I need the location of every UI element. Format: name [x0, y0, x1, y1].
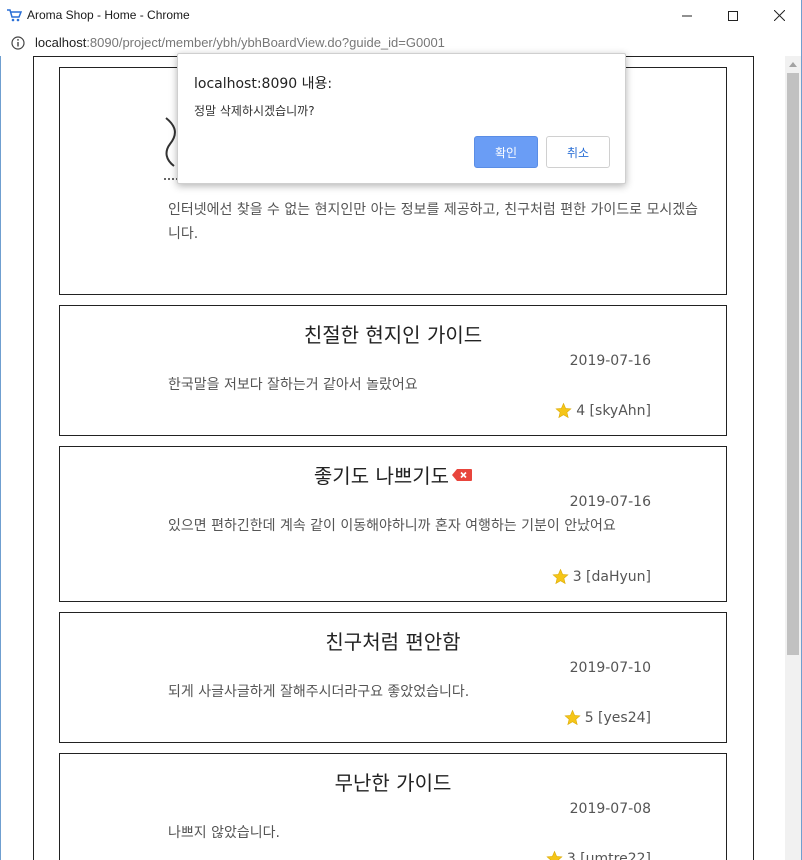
guide-intro-text: 인터넷에선 찾을 수 없는 현지인만 아는 정보를 제공하고, 친구처럼 편한 … — [168, 202, 698, 242]
rating-text: 4 [skyAhn] — [576, 402, 651, 419]
rating-text: 3 [daHyun] — [572, 568, 651, 585]
review-card: 좋기도 나쁘기도 2019-07-16 있으면 편하긴한데 계속 같이 이동해야… — [59, 446, 727, 602]
review-title: 좋기도 나쁘기도 — [60, 460, 726, 489]
review-rating: 5 [yes24] — [564, 709, 651, 726]
review-date: 2019-07-16 — [569, 494, 651, 510]
confirm-dialog: localhost:8090 내용: 정말 삭제하시겠습니까? 확인 취소 — [177, 53, 626, 184]
review-card: 친구처럼 편안함 2019-07-10 되게 사글사글하게 잘해주시더라구요 좋… — [59, 612, 727, 743]
scroll-up-arrow-icon — [789, 61, 797, 67]
review-title: 무난한 가이드 — [334, 771, 452, 795]
review-body: 한국말을 저보다 잘하는거 같아서 놀랐어요 — [168, 377, 418, 393]
review-body: 되게 사글사글하게 잘해주시더라구요 좋았었습니다. — [168, 684, 470, 700]
review-title: 친절한 현지인 가이드 — [303, 323, 483, 347]
url-path: :8090/project/member/ybh/ybhBoardView.do… — [86, 35, 445, 50]
star-icon — [546, 850, 563, 860]
maximize-icon — [728, 10, 738, 21]
star-icon — [552, 568, 569, 585]
title-bar: Aroma Shop - Home - Chrome — [0, 0, 802, 31]
review-date: 2019-07-16 — [569, 353, 651, 369]
star-icon — [564, 709, 581, 726]
minimize-button[interactable] — [664, 0, 710, 31]
review-body: 있으면 편하긴한데 계속 같이 이동해야하니까 혼자 여행하는 기분이 안났어요 — [168, 518, 616, 534]
maximize-button[interactable] — [710, 0, 756, 31]
review-date: 2019-07-10 — [569, 660, 651, 676]
review-body: 나쁘지 않았습니다. — [168, 825, 280, 841]
review-title-text: 좋기도 나쁘기도 — [313, 464, 450, 488]
review-date: 2019-07-08 — [569, 801, 651, 817]
minimize-icon — [682, 15, 692, 16]
cancel-button[interactable]: 취소 — [546, 136, 610, 168]
dialog-title: localhost:8090 내용: — [194, 76, 333, 92]
star-icon — [555, 402, 572, 419]
url-host: localhost — [35, 35, 87, 50]
delete-icon[interactable] — [452, 468, 473, 481]
url-text[interactable]: localhost:8090/project/member/ybh/ybhBoa… — [35, 35, 445, 50]
window-title: Aroma Shop - Home - Chrome — [27, 8, 190, 22]
review-rating: 3 [daHyun] — [552, 568, 651, 585]
rating-text: 5 [yes24] — [584, 709, 651, 726]
scroll-up-button[interactable] — [785, 56, 801, 72]
review-rating: 3 [umtre22] — [546, 850, 651, 860]
review-card: 무난한 가이드 2019-07-08 나쁘지 않았습니다. 3 [umtre22… — [59, 753, 727, 860]
close-icon — [773, 10, 785, 21]
review-rating: 4 [skyAhn] — [555, 402, 651, 419]
scroll-thumb[interactable] — [787, 73, 799, 655]
review-title: 친구처럼 편안함 — [325, 630, 461, 654]
ok-button[interactable]: 확인 — [474, 136, 538, 168]
rating-text: 3 [umtre22] — [566, 850, 651, 860]
dialog-message: 정말 삭제하시겠습니까? — [194, 104, 315, 118]
review-card: 친절한 현지인 가이드 2019-07-16 한국말을 저보다 잘하는거 같아서… — [59, 305, 727, 436]
shop-cart-icon — [7, 9, 22, 22]
vertical-scrollbar[interactable] — [785, 56, 801, 860]
info-icon[interactable] — [11, 36, 25, 50]
close-button[interactable] — [756, 0, 802, 31]
